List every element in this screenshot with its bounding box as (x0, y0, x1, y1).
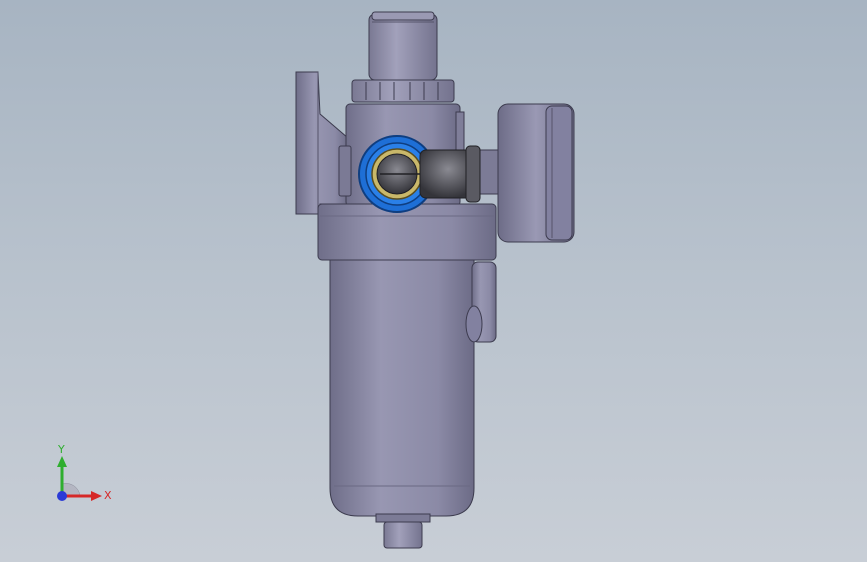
drain-valve[interactable] (375, 513, 431, 549)
filter-bowl (329, 259, 475, 517)
filter-regulator-model[interactable] (0, 0, 867, 562)
coordinate-triad: Y X (57, 443, 112, 502)
adjustment-knob[interactable] (368, 11, 438, 81)
filter-head (317, 203, 497, 261)
lock-nut (351, 79, 455, 103)
x-axis-label: X (104, 489, 112, 502)
z-axis-dot (57, 491, 67, 501)
y-axis-label: Y (57, 443, 65, 456)
3d-viewport[interactable]: Y X (0, 0, 867, 562)
